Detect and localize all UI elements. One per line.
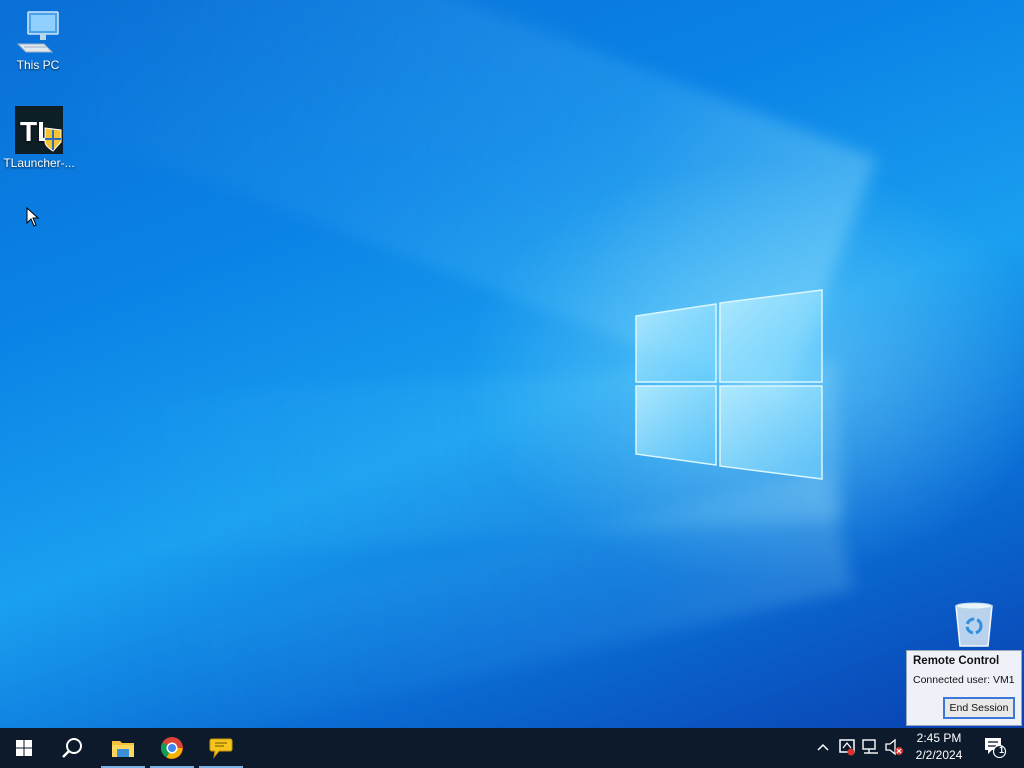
start-button[interactable]	[0, 728, 48, 768]
taskbar-chrome[interactable]	[148, 728, 196, 768]
remote-status-tray-button[interactable]	[837, 736, 857, 758]
mouse-cursor-icon	[26, 207, 40, 227]
recycle-bin-icon	[955, 602, 993, 647]
action-center-button[interactable]: 1	[982, 736, 1008, 758]
desktop-icon-recycle-bin[interactable]	[936, 600, 1012, 650]
folder-icon	[112, 741, 134, 757]
end-session-button[interactable]: End Session	[943, 697, 1015, 719]
search-icon	[62, 738, 82, 758]
volume-tray-button[interactable]	[884, 736, 904, 758]
speech-bubble-icon	[209, 738, 233, 759]
search-button[interactable]	[48, 728, 96, 768]
tlauncher-icon: TL	[15, 106, 63, 154]
network-tray-button[interactable]	[861, 736, 881, 758]
clock-time: 2:45 PM	[916, 731, 962, 745]
desktop-icon-label: This PC	[16, 58, 60, 72]
remote-control-panel: Remote Control Connected user: VM1 End S…	[906, 650, 1022, 726]
connected-user-text: Connected user: VM1	[913, 674, 1015, 686]
desktop-icon-tlauncher[interactable]: TL TLauncher-...	[1, 106, 77, 170]
desktop-icon-this-pc[interactable]: This PC	[0, 8, 76, 72]
clock-date: 2/2/2024	[915, 748, 963, 762]
show-hidden-icons-button[interactable]	[813, 736, 833, 758]
desktop-icon-label: TLauncher-...	[3, 156, 75, 170]
taskbar-clock[interactable]: 2:45 PM 2/2/2024	[904, 730, 974, 766]
windows-start-icon	[16, 740, 32, 756]
desktop[interactable]: This PC TL TLauncher-... Remote Control …	[0, 0, 1024, 728]
chevron-up-icon	[817, 743, 829, 751]
windows-logo-wallpaper	[635, 289, 823, 480]
taskbar: 2:45 PM 2/2/2024 1	[0, 728, 1024, 768]
chrome-icon	[161, 737, 183, 759]
computer-icon	[16, 11, 59, 53]
notification-count-badge: 1	[998, 745, 1004, 755]
taskbar-file-explorer[interactable]	[99, 728, 147, 768]
taskbar-remote-chat[interactable]	[197, 728, 245, 768]
remote-status-icon	[839, 739, 855, 756]
volume-muted-icon	[885, 738, 903, 756]
network-icon	[862, 739, 878, 754]
remote-control-title: Remote Control	[913, 655, 1000, 667]
